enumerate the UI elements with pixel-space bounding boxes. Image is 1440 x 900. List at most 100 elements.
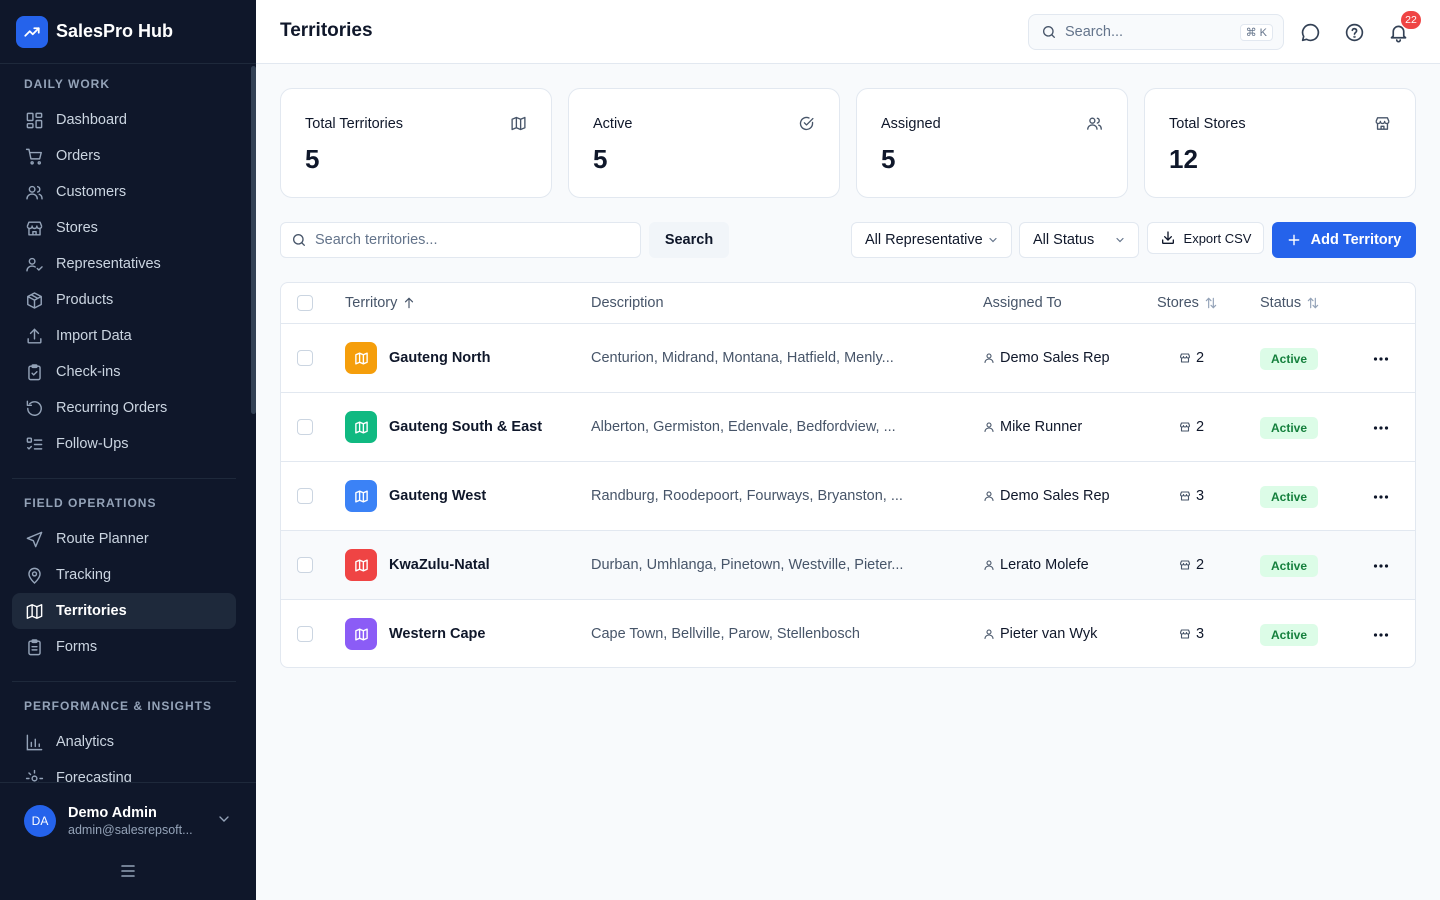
- status-badge: Active: [1260, 348, 1319, 370]
- sidebar-item-check-ins[interactable]: Check-ins: [12, 354, 236, 390]
- store-count: 2: [1196, 557, 1205, 573]
- representative-filter-select[interactable]: All Representative: [851, 222, 1012, 258]
- sidebar-item-tracking[interactable]: Tracking: [12, 557, 236, 593]
- map-icon: [345, 480, 377, 512]
- sidebar-item-stores[interactable]: Stores: [12, 210, 236, 246]
- sidebar-item-customers[interactable]: Customers: [12, 174, 236, 210]
- page-title: Territories: [280, 20, 373, 41]
- territory-search-field[interactable]: [315, 232, 615, 248]
- stat-label: Active: [593, 116, 633, 132]
- row-checkbox[interactable]: [297, 626, 313, 642]
- column-header-territory[interactable]: Territory: [345, 295, 416, 311]
- table-row[interactable]: Gauteng South & East Alberton, Germiston…: [281, 393, 1415, 462]
- column-header-stores[interactable]: Stores: [1157, 295, 1218, 311]
- table-row[interactable]: Gauteng North Centurion, Midrand, Montan…: [281, 324, 1415, 393]
- more-horizontal-icon[interactable]: [1369, 486, 1393, 508]
- sidebar-item-label: Follow-Ups: [56, 436, 129, 452]
- territory-name[interactable]: Gauteng West: [389, 488, 486, 504]
- map-icon: [345, 411, 377, 443]
- more-horizontal-icon[interactable]: [1369, 555, 1393, 577]
- brand[interactable]: SalesPro Hub: [0, 0, 256, 64]
- user-row[interactable]: DA Demo Admin admin@salesrepsoft...: [0, 783, 256, 837]
- sidebar-item-dashboard[interactable]: Dashboard: [12, 102, 236, 138]
- store-count: 3: [1196, 488, 1205, 504]
- bell-icon[interactable]: 22: [1386, 11, 1421, 44]
- sidebar-item-import-data[interactable]: Import Data: [12, 318, 236, 354]
- table-row[interactable]: Gauteng West Randburg, Roodepoort, Fourw…: [281, 462, 1415, 531]
- select-all-checkbox[interactable]: [297, 295, 313, 311]
- territory-name[interactable]: KwaZulu-Natal: [389, 557, 490, 573]
- column-header-status[interactable]: Status: [1260, 295, 1320, 311]
- user-panel[interactable]: DA Demo Admin admin@salesrepsoft...: [0, 782, 256, 900]
- store-icon: [1373, 114, 1391, 132]
- user-icon: [983, 421, 995, 433]
- territory-description: Cape Town, Bellville, Parow, Stellenbosc…: [591, 626, 860, 642]
- clipboard-check-icon: [24, 362, 44, 382]
- user-check-icon: [24, 254, 44, 274]
- bar-chart-icon: [24, 732, 44, 752]
- more-horizontal-icon[interactable]: [1369, 624, 1393, 646]
- table-row[interactable]: Western Cape Cape Town, Bellville, Parow…: [281, 600, 1415, 667]
- section-title-daily-work: DAILY WORK: [24, 77, 111, 91]
- status-filter-select[interactable]: All Status: [1019, 222, 1139, 258]
- sidebar-item-territories[interactable]: Territories: [12, 593, 236, 629]
- sidebar-item-forms[interactable]: Forms: [12, 629, 236, 665]
- territory-assigned: Pieter van Wyk: [983, 626, 1097, 642]
- sidebar-item-recurring-orders[interactable]: Recurring Orders: [12, 390, 236, 426]
- help-icon[interactable]: [1342, 20, 1366, 44]
- row-checkbox[interactable]: [297, 419, 313, 435]
- add-territory-button[interactable]: Add Territory: [1272, 222, 1416, 258]
- chat-icon[interactable]: [1298, 20, 1322, 44]
- sidebar-item-analytics[interactable]: Analytics: [12, 724, 236, 760]
- stat-value: 5: [881, 144, 896, 174]
- sidebar-item-route-planner[interactable]: Route Planner: [12, 521, 236, 557]
- more-horizontal-icon[interactable]: [1369, 417, 1393, 439]
- chevron-down-icon[interactable]: [216, 811, 232, 832]
- more-horizontal-icon[interactable]: [1369, 348, 1393, 370]
- assigned-name: Mike Runner: [1000, 419, 1083, 435]
- territory-name[interactable]: Western Cape: [389, 626, 485, 642]
- plus-icon: [1287, 233, 1301, 247]
- cart-icon: [24, 146, 44, 166]
- sidebar-item-label: Tracking: [56, 567, 112, 583]
- menu-icon[interactable]: [118, 862, 138, 880]
- territory-search-input[interactable]: [280, 222, 641, 258]
- status-filter-value: All Status: [1033, 232, 1095, 248]
- chevron-down-icon: [1114, 234, 1126, 246]
- territory-name[interactable]: Gauteng North: [389, 350, 491, 366]
- row-checkbox[interactable]: [297, 350, 313, 366]
- territory-description: Centurion, Midrand, Montana, Hatfield, M…: [591, 350, 894, 366]
- territory-stores: 3: [1179, 626, 1204, 642]
- upload-icon: [24, 326, 44, 346]
- column-label: Stores: [1157, 295, 1199, 311]
- stat-value: 5: [593, 144, 608, 174]
- search-button[interactable]: Search: [649, 222, 729, 258]
- store-icon: [1179, 421, 1191, 433]
- sidebar-item-label: Representatives: [56, 256, 161, 272]
- sidebar-item-products[interactable]: Products: [12, 282, 236, 318]
- export-csv-button[interactable]: Export CSV: [1147, 222, 1264, 254]
- users-icon: [1085, 114, 1103, 132]
- sidebar-item-orders[interactable]: Orders: [12, 138, 236, 174]
- store-icon: [1179, 490, 1191, 502]
- sidebar-item-forecasting[interactable]: Forecasting: [12, 760, 236, 782]
- map-icon: [345, 618, 377, 650]
- sidebar-item-label: Products: [56, 292, 114, 308]
- check-circle-icon: [797, 114, 815, 132]
- user-icon: [983, 352, 995, 364]
- brand-name: SalesPro Hub: [56, 21, 174, 41]
- search-icon: [1041, 24, 1057, 40]
- form-icon: [24, 637, 44, 657]
- row-checkbox[interactable]: [297, 557, 313, 573]
- sidebar-item-label: Stores: [56, 220, 98, 236]
- row-checkbox[interactable]: [297, 488, 313, 504]
- sidebar-item-label: Recurring Orders: [56, 400, 168, 416]
- sidebar-item-representatives[interactable]: Representatives: [12, 246, 236, 282]
- sidebar-scrollbar[interactable]: [251, 66, 256, 414]
- table-row[interactable]: KwaZulu-Natal Durban, Umhlanga, Pinetown…: [281, 531, 1415, 600]
- global-search-input[interactable]: Search... ⌘ K: [1028, 14, 1284, 50]
- user-text: Demo Admin admin@salesrepsoft...: [68, 805, 216, 837]
- territory-name[interactable]: Gauteng South & East: [389, 419, 542, 435]
- sidebar-item-follow-ups[interactable]: Follow-Ups: [12, 426, 236, 462]
- status-badge: Active: [1260, 555, 1319, 577]
